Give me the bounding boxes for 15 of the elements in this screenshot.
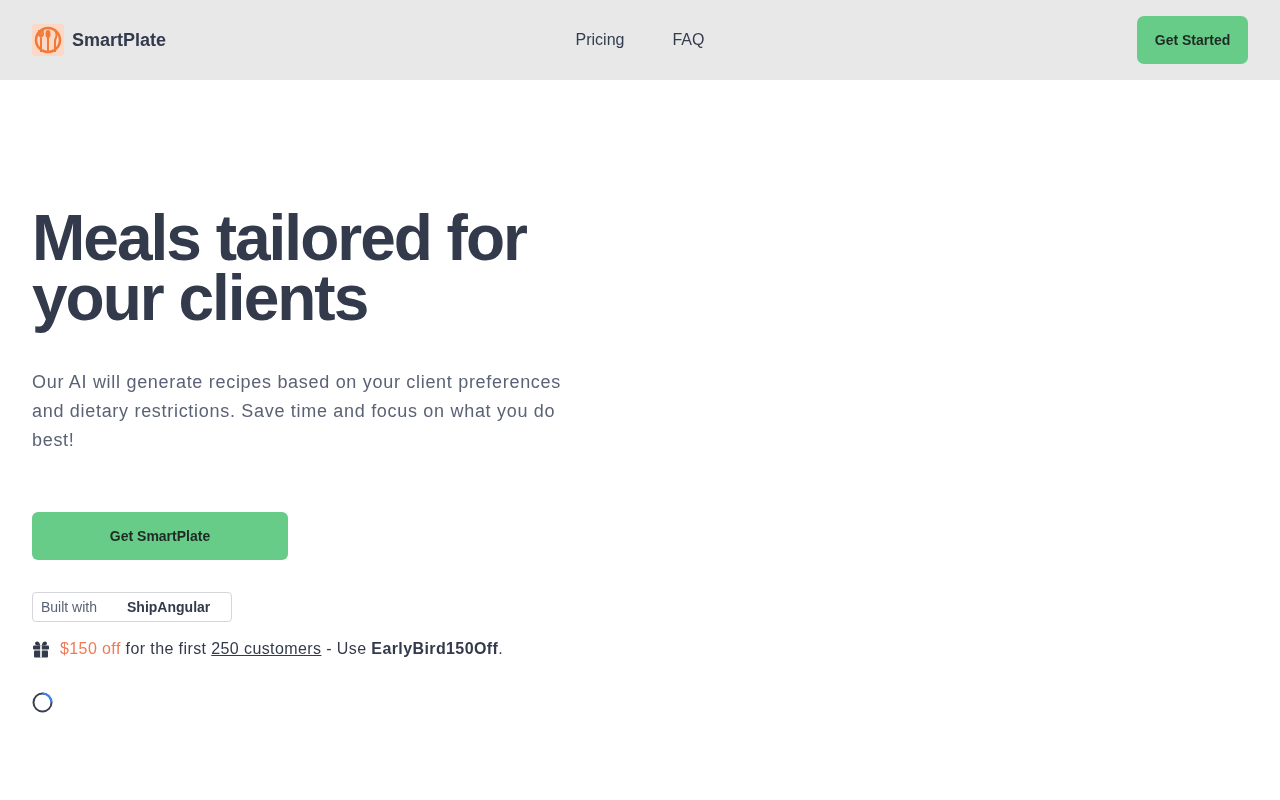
hero-description: Our AI will generate recipes based on your client preferences and dietary restrictions. Save time and focus on what you do best! [32, 371, 562, 452]
customers-link[interactable]: 250 customers [211, 640, 322, 657]
gift-icon [32, 640, 50, 658]
hero-headline: Meals tailored for your clients [32, 208, 528, 336]
offer-text: $150 off for the first 250 customers - Use EarlyBird150Off. [60, 640, 504, 658]
get-started-button[interactable]: Get Started [1137, 16, 1248, 64]
get-smartplate-button[interactable]: Get SmartPlate [32, 512, 288, 560]
nav-link[interactable]: FAQ [672, 31, 705, 49]
built-with-name: ShipAngular [127, 599, 211, 615]
brand-name[interactable]: SmartPlate [72, 29, 167, 51]
built-with-badge[interactable]: Built with ShipAngular [32, 592, 232, 622]
loading-spinner-icon [32, 692, 53, 713]
plate-cutlery-icon [32, 24, 64, 56]
built-with-label: Built with [41, 599, 98, 615]
nav-link[interactable]: Pricing [575, 31, 625, 49]
